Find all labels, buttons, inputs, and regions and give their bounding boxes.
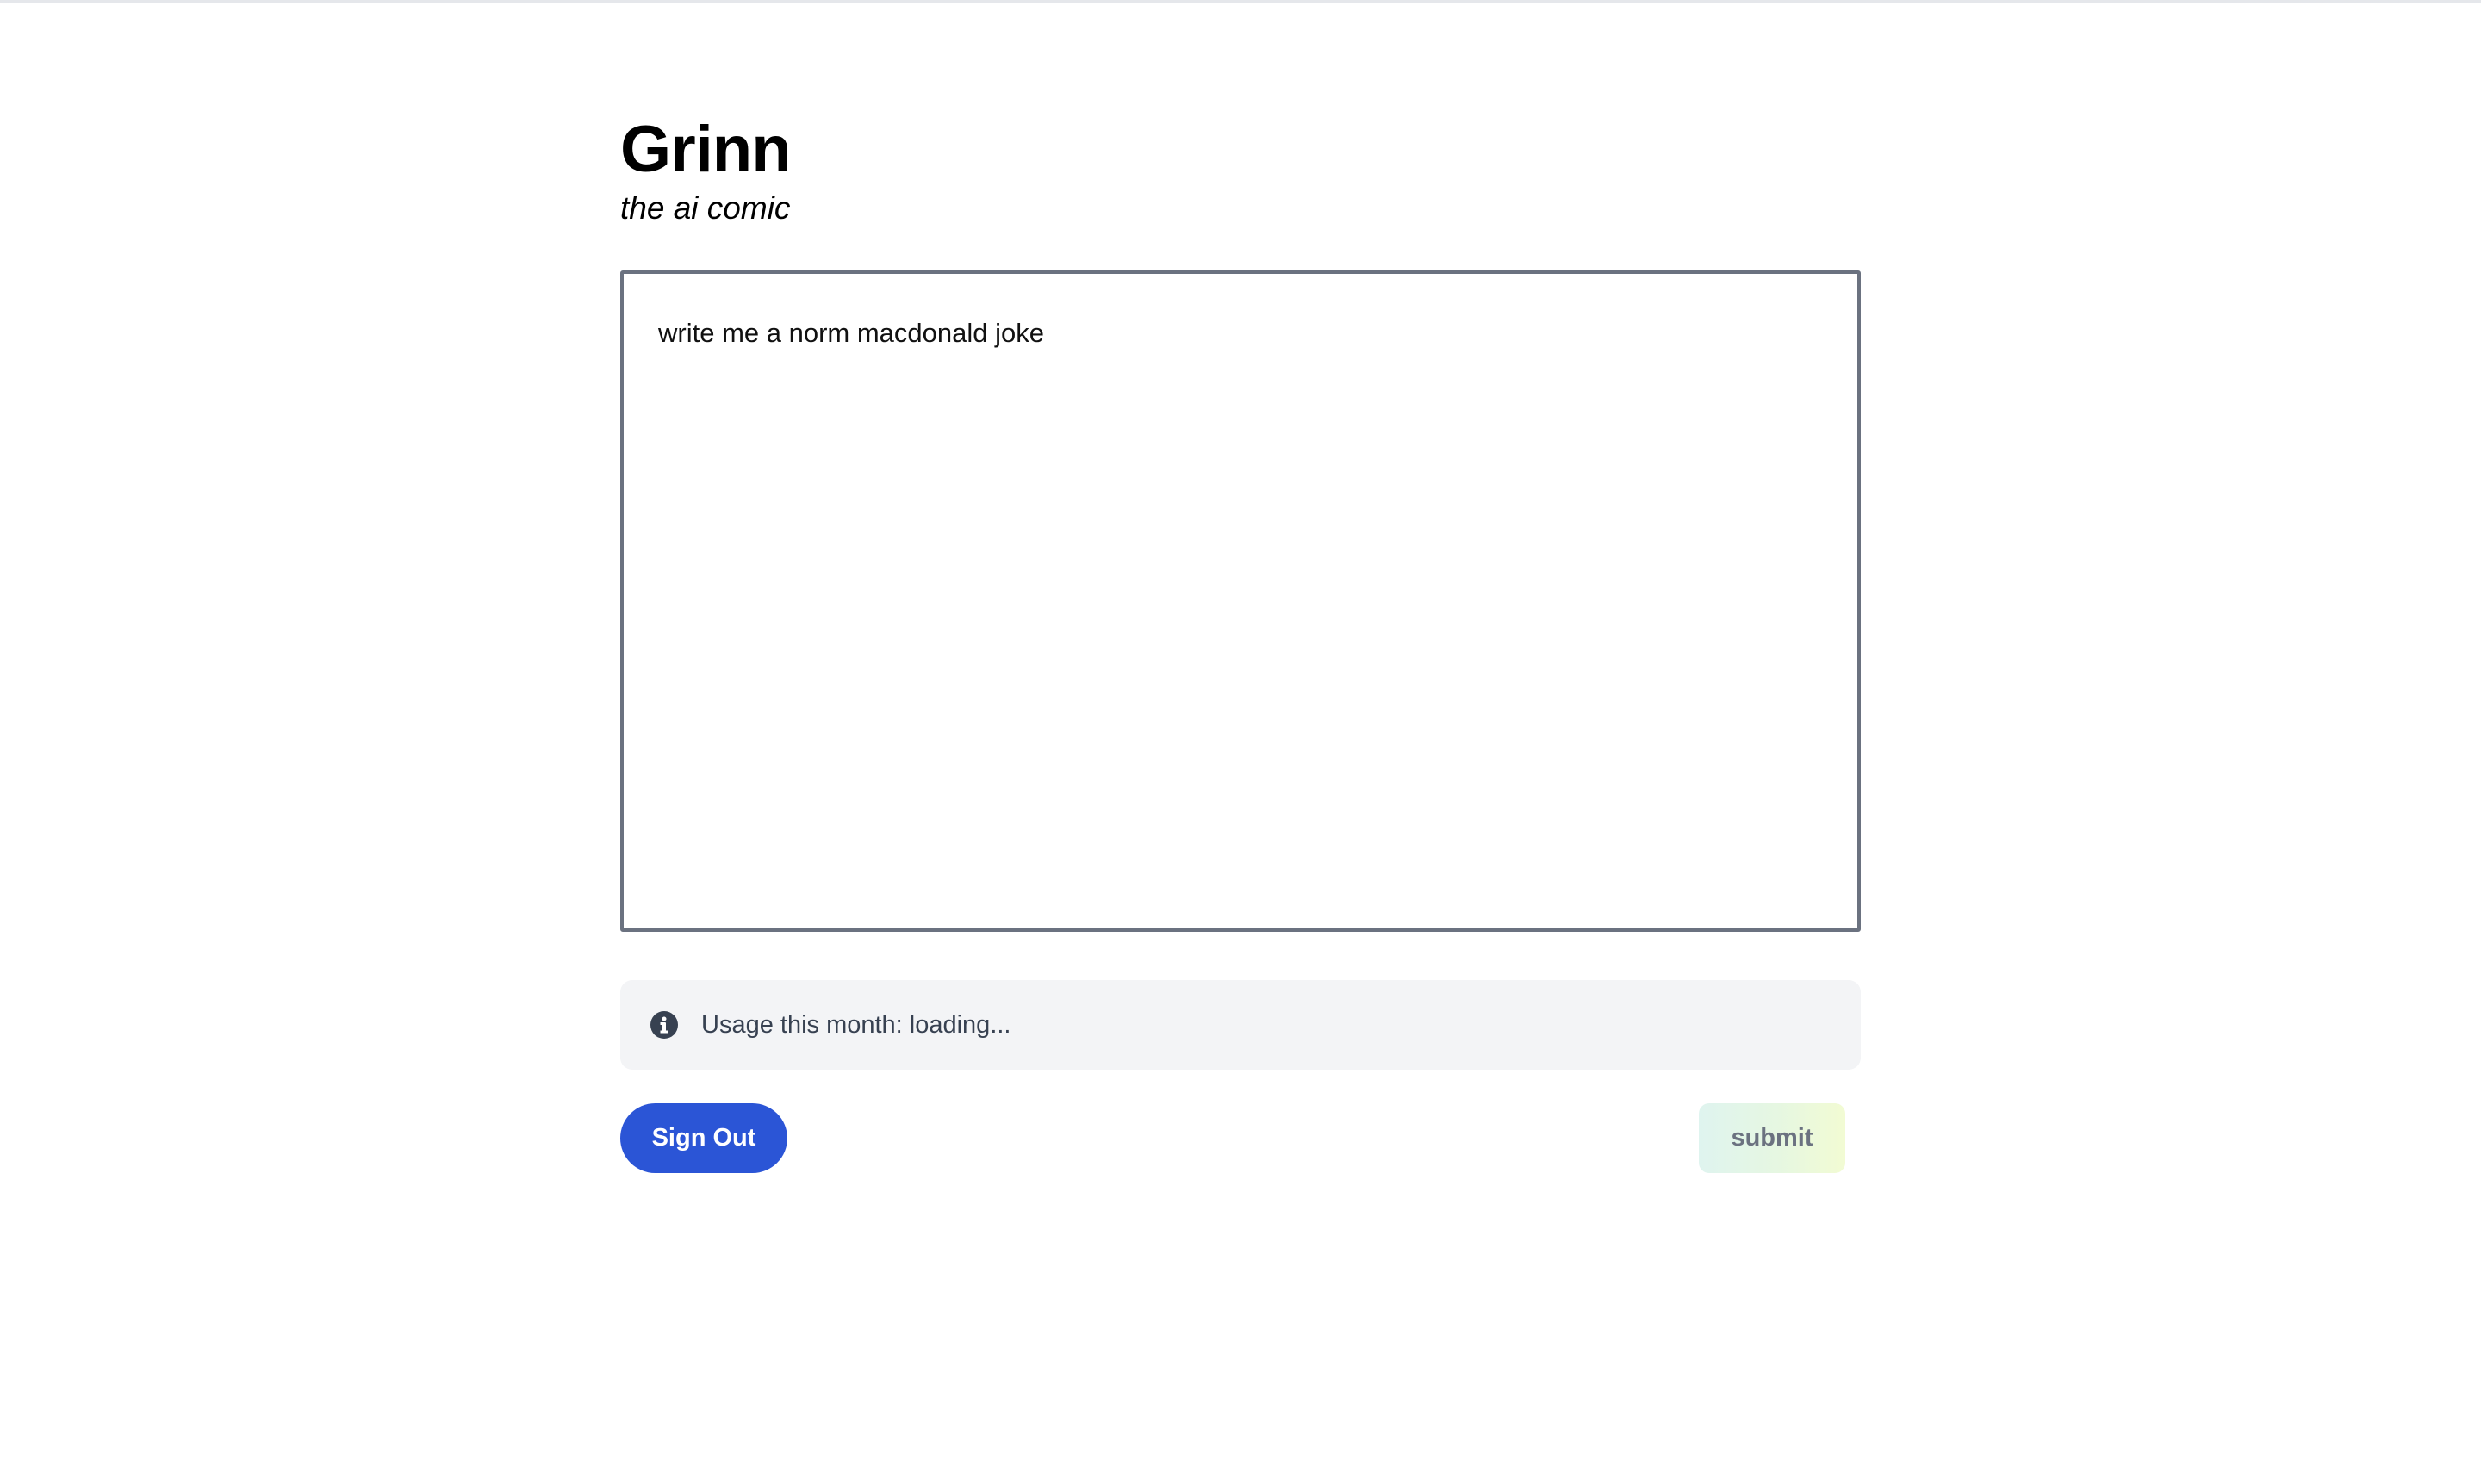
app-title: Grinn <box>620 113 792 186</box>
page-header: Grinn the ai comic <box>620 110 792 227</box>
top-border <box>0 0 2481 3</box>
usage-info-bar: Usage this month: loading... <box>620 980 1861 1070</box>
submit-button[interactable]: submit <box>1699 1103 1845 1173</box>
info-icon <box>650 1011 678 1039</box>
sign-out-button[interactable]: Sign Out <box>620 1103 787 1173</box>
action-row: Sign Out submit <box>620 1103 1861 1174</box>
app-subtitle: the ai comic <box>620 190 791 226</box>
prompt-textarea[interactable]: write me a norm macdonald joke <box>620 270 1861 932</box>
usage-text: Usage this month: loading... <box>701 1010 1011 1039</box>
